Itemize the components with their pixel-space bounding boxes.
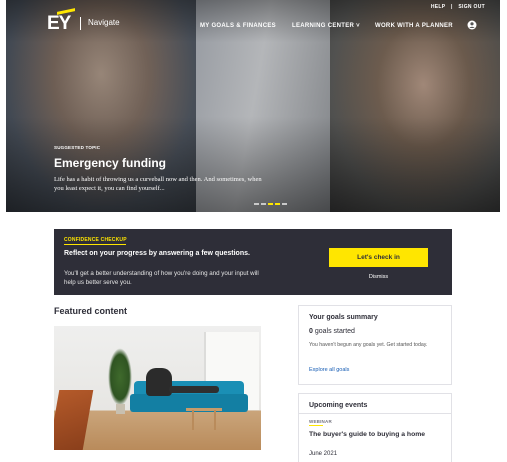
carousel-dot-active[interactable]	[275, 203, 280, 205]
goals-summary-card: Your goals summary 0 goals started You h…	[298, 305, 452, 385]
goals-summary-description: You haven't begun any goals yet. Get sta…	[309, 342, 428, 348]
hero-title[interactable]: Emergency funding	[54, 156, 166, 170]
checkup-body: You'll get a better understanding of how…	[64, 270, 259, 286]
goals-count: 0 goals started	[309, 328, 355, 335]
events-divider	[299, 413, 451, 414]
hero-topic-tag: SUGGESTED TOPIC	[54, 145, 101, 150]
explore-all-goals-link[interactable]: Explore all goals	[309, 367, 349, 373]
utility-separator: |	[451, 4, 453, 10]
dismiss-button[interactable]: Dismiss	[329, 274, 428, 280]
checkup-heading: Reflect on your progress by answering a …	[64, 250, 250, 257]
event-tag-underline	[309, 425, 323, 426]
nav-work-with-planner[interactable]: WORK WITH A PLANNER	[375, 23, 453, 29]
sign-out-link[interactable]: SIGN OUT	[458, 4, 485, 10]
checkup-tag-underline	[64, 244, 126, 245]
upcoming-events-title: Upcoming events	[309, 402, 368, 409]
lets-check-in-button[interactable]: Let's check in	[329, 248, 428, 267]
brand-label[interactable]: Navigate	[88, 18, 120, 27]
hero-text: Life has a habit of throwing us a curveb…	[54, 176, 262, 192]
featured-content-heading: Featured content	[54, 306, 128, 316]
brand-separator	[80, 17, 81, 30]
confidence-checkup-panel: CONFIDENCE CHECKUP Reflect on your progr…	[54, 229, 452, 295]
goals-count-number: 0	[309, 328, 313, 335]
goals-summary-title: Your goals summary	[309, 314, 378, 321]
ey-logo[interactable]: EY	[47, 13, 71, 35]
carousel-dots	[254, 203, 287, 205]
featured-content-image[interactable]	[54, 326, 261, 450]
upcoming-events-card: Upcoming events WEBINAR The buyer's guid…	[298, 393, 452, 462]
utility-links: HELP | SIGN OUT	[427, 4, 485, 10]
event-title-link[interactable]: The buyer's guide to buying a home	[309, 430, 439, 439]
event-date: June 2021	[309, 451, 338, 457]
carousel-dot-active[interactable]	[268, 203, 273, 205]
checkup-tag: CONFIDENCE CHECKUP	[64, 237, 127, 243]
nav-my-goals-finances[interactable]: MY GOALS & FINANCES	[200, 23, 276, 29]
goals-count-label: goals started	[314, 328, 355, 335]
nav-learning-center[interactable]: LEARNING CENTER ˅	[292, 23, 360, 29]
carousel-dot[interactable]	[254, 203, 259, 205]
user-circle-icon[interactable]	[467, 20, 477, 30]
carousel-dot[interactable]	[261, 203, 266, 205]
carousel-dot[interactable]	[282, 203, 287, 205]
help-link[interactable]: HELP	[431, 4, 445, 10]
event-type-tag: WEBINAR	[309, 419, 332, 424]
